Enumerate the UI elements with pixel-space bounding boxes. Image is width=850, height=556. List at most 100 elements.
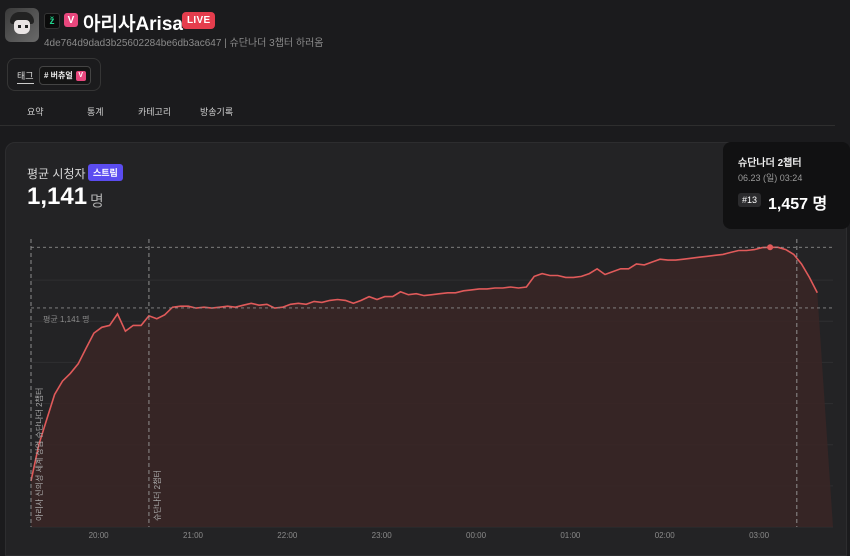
data-point[interactable]	[116, 312, 119, 315]
data-point[interactable]	[336, 298, 339, 301]
data-point[interactable]	[399, 290, 402, 293]
data-point[interactable]	[289, 303, 292, 306]
data-point[interactable]	[588, 272, 591, 275]
data-point[interactable]	[525, 286, 528, 289]
tooltip-value: 1,457 명	[768, 196, 828, 213]
data-point[interactable]	[816, 291, 819, 294]
vtuber-badge-icon: V	[64, 13, 78, 27]
data-point[interactable]	[446, 291, 449, 294]
data-point[interactable]	[800, 262, 803, 265]
tag-box: 태그 # 버츄얼 V	[7, 58, 101, 91]
data-point[interactable]	[721, 253, 724, 256]
data-point[interactable]	[596, 267, 599, 270]
data-point[interactable]	[368, 295, 371, 298]
data-point[interactable]	[501, 286, 504, 289]
data-point[interactable]	[541, 272, 544, 275]
data-point[interactable]	[187, 305, 190, 308]
data-point[interactable]	[682, 258, 685, 261]
data-point[interactable]	[698, 256, 701, 259]
data-point[interactable]	[556, 274, 559, 277]
data-point[interactable]	[706, 255, 709, 258]
data-point[interactable]	[619, 267, 622, 270]
data-point[interactable]	[179, 305, 182, 308]
data-point[interactable]	[140, 324, 143, 327]
data-point[interactable]	[493, 286, 496, 289]
data-point[interactable]	[297, 302, 300, 305]
data-point[interactable]	[61, 380, 64, 383]
data-point[interactable]	[344, 299, 347, 302]
data-point[interactable]	[603, 273, 606, 276]
data-point[interactable]	[265, 303, 268, 306]
data-point[interactable]	[69, 372, 72, 375]
data-point[interactable]	[423, 294, 426, 297]
tag-chip[interactable]: # 버츄얼 V	[39, 66, 91, 85]
data-point[interactable]	[651, 261, 654, 264]
data-point[interactable]	[572, 276, 575, 279]
data-point[interactable]	[635, 262, 638, 265]
data-point[interactable]	[77, 362, 80, 365]
data-point[interactable]	[611, 270, 614, 273]
data-point[interactable]	[659, 258, 662, 261]
data-point[interactable]	[250, 302, 253, 305]
data-point[interactable]	[643, 263, 646, 266]
data-point[interactable]	[92, 332, 95, 335]
data-point[interactable]	[163, 313, 166, 316]
data-point[interactable]	[328, 299, 331, 302]
data-point[interactable]	[533, 275, 536, 278]
data-point[interactable]	[132, 324, 135, 327]
data-point[interactable]	[375, 298, 378, 301]
data-point[interactable]	[784, 248, 787, 251]
data-point[interactable]	[258, 304, 261, 307]
data-point[interactable]	[415, 292, 418, 295]
data-point[interactable]	[745, 249, 748, 252]
tab-summary[interactable]: 요약	[27, 105, 44, 118]
data-point[interactable]	[53, 393, 56, 396]
data-point[interactable]	[714, 254, 717, 257]
x-tick-label: 01:00	[560, 531, 581, 540]
viewer-chart[interactable]: 평균 1,141 명아리사 신의성 세계 상업 슈단나더 2챕터 슈단나더 2챕터…	[6, 143, 846, 555]
data-point[interactable]	[431, 293, 434, 296]
x-tick-label: 03:00	[749, 531, 770, 540]
data-point[interactable]	[407, 293, 410, 296]
tooltip-title: 슈단나더 2챕터	[738, 158, 802, 169]
data-point[interactable]	[391, 295, 394, 298]
data-point[interactable]	[627, 267, 630, 270]
data-point[interactable]	[108, 324, 111, 327]
data-point[interactable]	[580, 275, 583, 278]
data-point[interactable]	[454, 291, 457, 294]
data-point[interactable]	[666, 259, 669, 262]
data-point[interactable]	[242, 304, 245, 307]
data-point[interactable]	[517, 286, 520, 289]
data-point[interactable]	[226, 305, 229, 308]
data-point[interactable]	[753, 248, 756, 251]
data-point[interactable]	[124, 330, 127, 333]
data-point[interactable]	[352, 302, 355, 305]
data-point[interactable]	[478, 287, 481, 290]
data-point[interactable]	[360, 299, 363, 302]
data-point[interactable]	[564, 276, 567, 279]
data-point[interactable]	[737, 249, 740, 252]
data-point[interactable]	[462, 289, 465, 292]
tab-broadcast-history[interactable]: 방송기록	[200, 105, 233, 118]
data-point[interactable]	[320, 301, 323, 304]
data-point[interactable]	[85, 347, 88, 350]
data-point[interactable]	[155, 317, 158, 320]
channel-avatar[interactable]	[5, 8, 39, 42]
data-point[interactable]	[100, 326, 103, 329]
data-point[interactable]	[792, 253, 795, 256]
data-point[interactable]	[674, 259, 677, 262]
data-point[interactable]	[313, 300, 316, 303]
data-point[interactable]	[548, 274, 551, 277]
data-point[interactable]	[438, 292, 441, 295]
data-point[interactable]	[486, 287, 489, 290]
tab-category[interactable]: 카테고리	[138, 105, 171, 118]
data-point[interactable]	[509, 286, 512, 289]
data-point[interactable]	[690, 257, 693, 260]
data-point[interactable]	[383, 295, 386, 298]
data-point[interactable]	[305, 303, 308, 306]
data-point[interactable]	[808, 276, 811, 279]
tab-stats[interactable]: 통계	[87, 105, 104, 118]
data-point[interactable]	[470, 288, 473, 291]
data-point[interactable]	[45, 418, 48, 421]
data-point[interactable]	[729, 251, 732, 254]
